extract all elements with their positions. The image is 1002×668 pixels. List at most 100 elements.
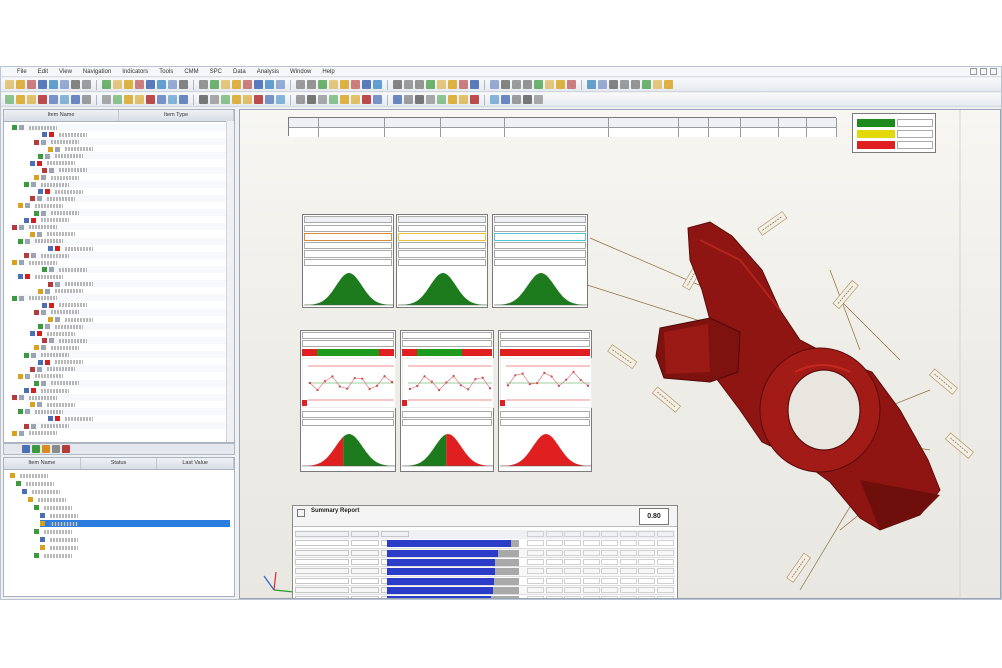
toolbar-tool-icon[interactable] bbox=[254, 80, 263, 89]
minimize-icon[interactable] bbox=[970, 68, 977, 75]
toolbar-tool-icon[interactable] bbox=[351, 95, 360, 104]
dimension-callout[interactable] bbox=[832, 280, 859, 309]
summary-row[interactable] bbox=[295, 585, 675, 596]
toolbar-tool-icon[interactable] bbox=[82, 80, 91, 89]
measurement-item[interactable] bbox=[40, 536, 230, 543]
tree-item[interactable] bbox=[30, 365, 230, 373]
summary-row[interactable] bbox=[295, 576, 675, 586]
toolbar-tool-icon[interactable] bbox=[38, 80, 47, 89]
maximize-icon[interactable] bbox=[980, 68, 987, 75]
toolbar-tool-icon[interactable] bbox=[27, 80, 36, 89]
toolbar-tool-icon[interactable] bbox=[523, 95, 532, 104]
toolbar-tool-icon[interactable] bbox=[459, 80, 468, 89]
toolbar-tool-icon[interactable] bbox=[113, 80, 122, 89]
tree-item[interactable] bbox=[38, 187, 230, 195]
tree-item[interactable] bbox=[12, 393, 230, 401]
tree-item[interactable] bbox=[42, 166, 230, 174]
summary-row[interactable] bbox=[295, 557, 675, 568]
feature-stats-panel[interactable] bbox=[302, 214, 394, 308]
toolbar-tool-icon[interactable] bbox=[265, 95, 274, 104]
toolbar-tool-icon[interactable] bbox=[157, 95, 166, 104]
tree-item[interactable] bbox=[42, 301, 230, 309]
tab-tree-icon[interactable] bbox=[22, 445, 30, 453]
menu-edit[interactable]: Edit bbox=[36, 69, 50, 75]
toolbar-tool-icon[interactable] bbox=[426, 80, 435, 89]
toolbar-tool-icon[interactable] bbox=[470, 80, 479, 89]
toolbar-tool-icon[interactable] bbox=[168, 80, 177, 89]
toolbar-tool-icon[interactable] bbox=[71, 95, 80, 104]
toolbar-tool-icon[interactable] bbox=[545, 80, 554, 89]
toolbar-tool-icon[interactable] bbox=[415, 80, 424, 89]
toolbar-tool-icon[interactable] bbox=[534, 80, 543, 89]
toolbar-tool-icon[interactable] bbox=[102, 80, 111, 89]
toolbar-tool-icon[interactable] bbox=[16, 95, 25, 104]
toolbar-tool-icon[interactable] bbox=[362, 80, 371, 89]
menu-window[interactable]: Window bbox=[288, 69, 313, 75]
tree-item[interactable] bbox=[30, 329, 230, 337]
column-status[interactable]: Status bbox=[81, 458, 158, 469]
tree-item[interactable] bbox=[38, 287, 230, 295]
tree-item[interactable] bbox=[24, 422, 230, 430]
tree-item[interactable] bbox=[30, 230, 230, 238]
tree-item[interactable] bbox=[18, 237, 230, 245]
toolbar-tool-icon[interactable] bbox=[60, 95, 69, 104]
dimension-callout[interactable] bbox=[929, 368, 958, 395]
toolbar-tool-icon[interactable] bbox=[664, 80, 673, 89]
measurement-item[interactable] bbox=[28, 496, 230, 503]
toolbar-tool-icon[interactable] bbox=[437, 95, 446, 104]
toolbar-tool-icon[interactable] bbox=[16, 80, 25, 89]
toolbar-tool-icon[interactable] bbox=[490, 95, 499, 104]
toolbar-tool-icon[interactable] bbox=[179, 95, 188, 104]
feature-stats-panel[interactable] bbox=[396, 214, 488, 308]
toolbar-tool-icon[interactable] bbox=[459, 95, 468, 104]
summary-row[interactable] bbox=[295, 567, 675, 577]
toolbar-tool-icon[interactable] bbox=[243, 95, 252, 104]
collapse-icon[interactable] bbox=[297, 509, 305, 517]
dimension-callout[interactable] bbox=[945, 432, 974, 459]
toolbar-tool-icon[interactable] bbox=[296, 95, 305, 104]
tab-report-icon[interactable] bbox=[42, 445, 50, 453]
toolbar-tool-icon[interactable] bbox=[135, 95, 144, 104]
summary-row[interactable] bbox=[295, 539, 675, 549]
menu-indicators[interactable]: Indicators bbox=[120, 69, 150, 75]
toolbar-tool-icon[interactable] bbox=[534, 95, 543, 104]
toolbar-tool-icon[interactable] bbox=[232, 80, 241, 89]
toolbar-tool-icon[interactable] bbox=[179, 80, 188, 89]
tree-item[interactable] bbox=[34, 379, 230, 387]
tree-item[interactable] bbox=[24, 351, 230, 359]
tab-alert-icon[interactable] bbox=[62, 445, 70, 453]
toolbar-tool-icon[interactable] bbox=[254, 95, 263, 104]
toolbar-tool-icon[interactable] bbox=[620, 80, 629, 89]
measurement-item[interactable] bbox=[34, 504, 230, 511]
toolbar-tool-icon[interactable] bbox=[146, 95, 155, 104]
menu-cmm[interactable]: CMM bbox=[182, 69, 200, 75]
toolbar-tool-icon[interactable] bbox=[113, 95, 122, 104]
toolbar-tool-icon[interactable] bbox=[609, 80, 618, 89]
tree-item[interactable] bbox=[34, 344, 230, 352]
toolbar-tool-icon[interactable] bbox=[296, 80, 305, 89]
tree-item[interactable] bbox=[30, 195, 230, 202]
toolbar-tool-icon[interactable] bbox=[199, 80, 208, 89]
summary-header-row[interactable] bbox=[295, 530, 675, 540]
toolbar-tool-icon[interactable] bbox=[221, 95, 230, 104]
control-chart-panel[interactable] bbox=[498, 330, 592, 472]
menu-analysis[interactable]: Analysis bbox=[255, 69, 281, 75]
toolbar-tool-icon[interactable] bbox=[210, 95, 219, 104]
column-item-name[interactable]: Item Name bbox=[4, 458, 81, 469]
tree-item[interactable] bbox=[48, 280, 230, 288]
tree-item[interactable] bbox=[48, 145, 230, 153]
tree-item[interactable] bbox=[18, 202, 230, 210]
toolbar-tool-icon[interactable] bbox=[567, 80, 576, 89]
tree-item[interactable] bbox=[12, 223, 230, 231]
toolbar-tool-icon[interactable] bbox=[168, 95, 177, 104]
measurement-item[interactable] bbox=[22, 488, 230, 495]
toolbar-tool-icon[interactable] bbox=[373, 80, 382, 89]
toolbar-tool-icon[interactable] bbox=[124, 95, 133, 104]
tree-item[interactable] bbox=[18, 273, 230, 281]
tree-item[interactable] bbox=[30, 400, 230, 408]
tree-item[interactable] bbox=[30, 159, 230, 167]
toolbar-tool-icon[interactable] bbox=[512, 95, 521, 104]
cad-part-model[interactable] bbox=[655, 221, 941, 531]
tree-item[interactable] bbox=[18, 372, 230, 380]
toolbar-tool-icon[interactable] bbox=[5, 80, 14, 89]
